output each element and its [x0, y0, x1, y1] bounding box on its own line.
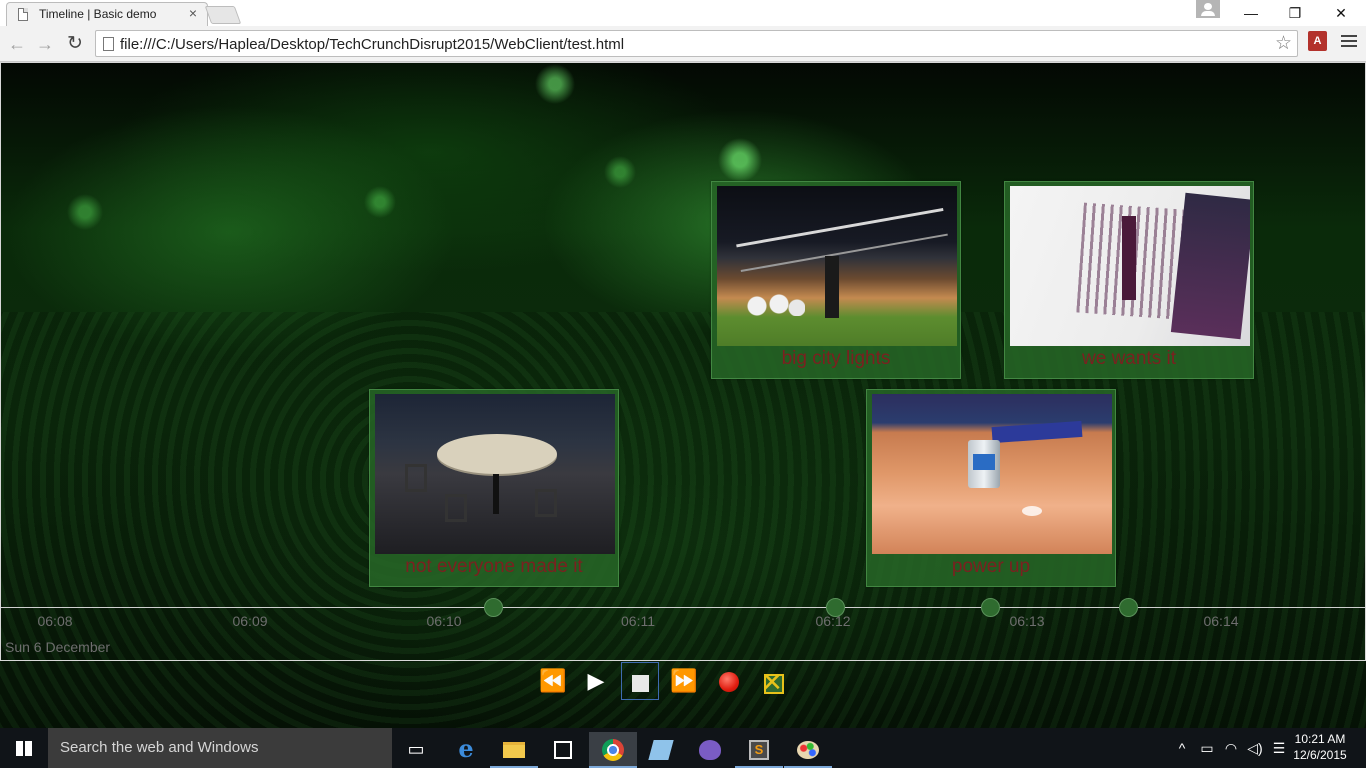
event-photo: [375, 394, 615, 554]
chrome-icon[interactable]: [589, 732, 637, 768]
taskbar-clock[interactable]: 10:21 AM 12/6/2015: [1290, 731, 1350, 763]
store-icon[interactable]: [539, 732, 587, 768]
url-text[interactable]: file:///C:/Users/Haplea/Desktop/TechCrun…: [120, 36, 624, 53]
axis-tick-label: 06:13: [1009, 613, 1045, 629]
page-icon: [18, 8, 28, 21]
volume-icon[interactable]: ◁): [1244, 728, 1266, 768]
event-caption: not everyone made it: [405, 556, 583, 577]
paint-icon[interactable]: [784, 732, 832, 768]
github-icon[interactable]: [686, 732, 734, 768]
start-button[interactable]: [0, 728, 48, 768]
stop-icon: [631, 674, 649, 692]
sublime-text-icon[interactable]: S: [735, 732, 783, 768]
timeline-item[interactable]: not everyone made it: [369, 389, 619, 587]
minimize-button[interactable]: —: [1228, 0, 1274, 26]
fullscreen-button[interactable]: [753, 662, 791, 701]
browser-titlebar: Timeline | Basic demo × — ❐ ✕: [0, 0, 1366, 26]
fast-forward-button[interactable]: ⏩: [665, 662, 703, 700]
timeline-item[interactable]: big city lights: [711, 181, 961, 379]
axis-tick-label: 06:12: [815, 613, 851, 629]
play-button[interactable]: ▶: [577, 662, 615, 700]
wifi-icon[interactable]: ◠: [1220, 728, 1242, 768]
edge-browser-icon[interactable]: e: [442, 732, 490, 768]
timeline-marker[interactable]: [1119, 598, 1138, 617]
event-caption: power up: [951, 556, 1031, 577]
axis-tick-label: 06:08: [37, 613, 73, 629]
rewind-button[interactable]: ⏪: [534, 662, 572, 700]
event-caption: we wants it: [1082, 348, 1176, 369]
tab-close-icon[interactable]: ×: [189, 5, 197, 21]
taskbar: Search the web and Windows ▭ e S ^ ▭ ◠ ◁…: [0, 728, 1366, 768]
search-placeholder: Search the web and Windows: [60, 739, 259, 756]
menu-icon[interactable]: [1340, 33, 1358, 49]
taskbar-search[interactable]: Search the web and Windows: [48, 728, 392, 768]
tab-title: Timeline | Basic demo: [39, 7, 157, 21]
page-icon: [103, 37, 114, 51]
fullscreen-icon: [760, 663, 784, 701]
axis-tick-label: 06:09: [232, 613, 268, 629]
address-bar[interactable]: file:///C:/Users/Haplea/Desktop/TechCrun…: [95, 30, 1298, 57]
chevron-up-icon[interactable]: ^: [1172, 728, 1192, 768]
event-photo: [1010, 186, 1250, 346]
event-photo: [717, 186, 957, 346]
user-profile-icon[interactable]: [1196, 0, 1220, 18]
notifications-icon[interactable]: ☰: [1268, 728, 1290, 768]
forward-arrow-icon[interactable]: →: [32, 31, 58, 57]
maximize-button[interactable]: ❐: [1272, 0, 1318, 26]
timeline-marker[interactable]: [484, 598, 503, 617]
browser-tab[interactable]: Timeline | Basic demo ×: [6, 2, 208, 26]
event-caption: big city lights: [781, 348, 891, 369]
clock-time: 10:21 AM: [1294, 732, 1346, 746]
record-button[interactable]: [710, 662, 748, 700]
axis-tick-label: 06:10: [426, 613, 462, 629]
file-explorer-icon[interactable]: [490, 732, 538, 768]
back-arrow-icon[interactable]: ←: [4, 31, 30, 57]
new-tab-button[interactable]: [204, 6, 242, 24]
clock-date: 12/6/2015: [1293, 748, 1347, 762]
bookmark-star-icon[interactable]: ☆: [1275, 32, 1292, 55]
axis-tick-label: 06:11: [621, 613, 655, 629]
pdf-extension-icon[interactable]: A: [1308, 31, 1327, 51]
notepad-icon[interactable]: [637, 732, 685, 768]
record-icon: [719, 672, 739, 693]
timeline-item[interactable]: we wants it: [1004, 181, 1254, 379]
stop-button[interactable]: [621, 662, 659, 700]
reload-icon[interactable]: ↻: [62, 31, 88, 57]
windows-logo-icon: [16, 741, 32, 756]
axis-tick-label: 06:14: [1203, 613, 1239, 629]
battery-icon[interactable]: ▭: [1196, 728, 1218, 768]
timeline-marker[interactable]: [981, 598, 1000, 617]
timeline-item[interactable]: power up: [866, 389, 1116, 587]
browser-toolbar: ← → ↻ file:///C:/Users/Haplea/Desktop/Te…: [0, 26, 1366, 62]
timeline-axis: [1, 607, 1365, 608]
axis-date-label: Sun 6 December: [5, 639, 111, 655]
event-photo: [872, 394, 1112, 554]
timeline-page: big city lights we wants it not everyone…: [0, 62, 1366, 728]
task-view-icon[interactable]: ▭: [392, 732, 440, 768]
close-window-button[interactable]: ✕: [1318, 0, 1364, 26]
